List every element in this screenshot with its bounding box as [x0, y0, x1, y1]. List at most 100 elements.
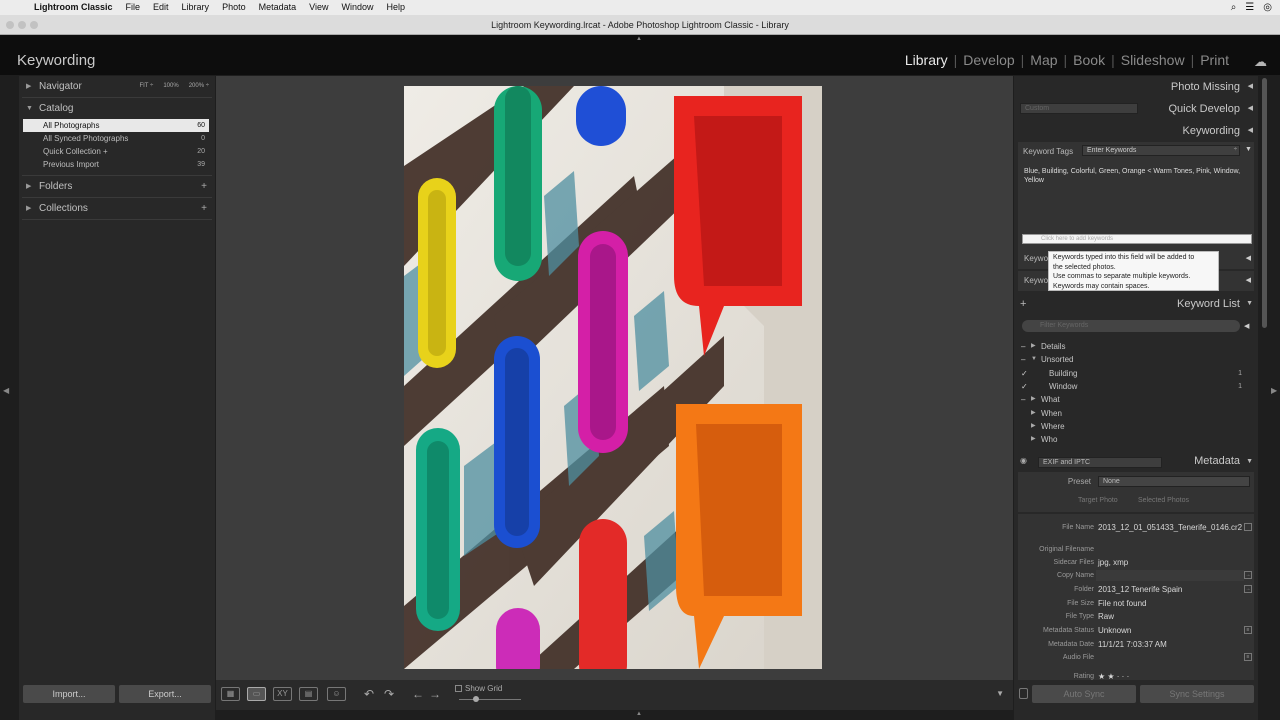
sync-toggle-switch[interactable]: [1019, 688, 1028, 699]
quick-develop-header[interactable]: Custom Quick Develop ◀: [1014, 98, 1258, 120]
sync-settings-button[interactable]: Sync Settings: [1140, 685, 1254, 703]
loupe-view-icon[interactable]: ▭: [247, 687, 266, 701]
grid-view-icon[interactable]: ▦: [221, 687, 240, 701]
right-panel-toggle-icon[interactable]: ▶: [1271, 386, 1277, 395]
people-view-icon[interactable]: ☺: [327, 687, 346, 701]
keyword-list-item[interactable]: – ▶ What: [1014, 393, 1254, 406]
auto-sync-button[interactable]: Auto Sync: [1032, 685, 1136, 703]
keyword-list-item[interactable]: – ▶ Details: [1014, 340, 1254, 353]
collapse-triangle-icon[interactable]: ▶: [1031, 433, 1036, 446]
zoom-fit[interactable]: FIT ÷: [139, 76, 153, 97]
expand-triangle-icon[interactable]: ▼: [1031, 353, 1037, 366]
top-panel-toggle-icon[interactable]: ▲: [636, 36, 642, 42]
menu-library[interactable]: Library: [182, 0, 210, 15]
keyword-list-item[interactable]: ✓ Window 1: [1014, 380, 1254, 393]
import-button[interactable]: Import...: [23, 685, 115, 703]
collapse-triangle-icon[interactable]: ▶: [1031, 393, 1036, 406]
catalog-header[interactable]: ▼ Catalog: [19, 98, 215, 119]
menu-window[interactable]: Window: [341, 0, 373, 15]
zoom-200[interactable]: 200% ÷: [189, 76, 209, 97]
copy-name-input[interactable]: [1096, 570, 1244, 581]
show-grid-checkbox[interactable]: [455, 685, 462, 692]
filmstrip-toggle-icon[interactable]: ▲: [636, 711, 642, 717]
go-to-folder-icon[interactable]: →: [1244, 585, 1252, 593]
close-window-button[interactable]: [6, 21, 14, 29]
keyword-list-item[interactable]: ▶ Where: [1014, 420, 1254, 433]
catalog-item-quick-collection[interactable]: Quick Collection + 20: [23, 145, 209, 158]
selected-photos-button[interactable]: Selected Photos: [1138, 497, 1189, 504]
left-panel-toggle-icon[interactable]: ◀: [3, 386, 9, 395]
menu-help[interactable]: Help: [387, 0, 406, 15]
field-value[interactable]: 2013_12_01_051433_Tenerife_0146.cr2: [1098, 521, 1242, 534]
menu-view[interactable]: View: [309, 0, 328, 15]
export-button[interactable]: Export...: [119, 685, 211, 703]
rotate-right-icon[interactable]: ↷: [384, 687, 394, 701]
right-panel-scrollbar[interactable]: [1262, 78, 1267, 328]
keyword-checkmark-icon[interactable]: ✓: [1021, 367, 1028, 380]
keyword-list-item[interactable]: ✓ Building 1: [1014, 367, 1254, 380]
quick-develop-preset-select[interactable]: Custom: [1020, 103, 1138, 114]
module-print[interactable]: Print: [1194, 52, 1235, 68]
collapse-triangle-icon[interactable]: ▶: [1031, 420, 1036, 433]
photo-preview[interactable]: [404, 86, 822, 669]
filter-menu-icon[interactable]: ◀: [1244, 322, 1249, 330]
keyword-list-item[interactable]: ▶ When: [1014, 407, 1254, 420]
show-grid-toggle[interactable]: Show Grid: [455, 684, 502, 693]
control-center-icon[interactable]: ☰: [1245, 2, 1254, 13]
add-folder-icon[interactable]: +: [201, 176, 207, 197]
catalog-item-previous-import[interactable]: Previous Import 39: [23, 158, 209, 171]
catalog-item-all-synced[interactable]: All Synced Photographs 0: [23, 132, 209, 145]
toolbar-content-dropdown-icon[interactable]: ▼: [996, 689, 1004, 698]
menu-file[interactable]: File: [126, 0, 141, 15]
menu-photo[interactable]: Photo: [222, 0, 246, 15]
folders-header[interactable]: ▶ Folders +: [19, 176, 215, 197]
compare-view-icon[interactable]: XY: [273, 687, 292, 701]
keyword-tags-mode-select[interactable]: Enter Keywords ÷: [1082, 145, 1240, 156]
metadata-preset-select[interactable]: None: [1098, 476, 1250, 487]
rating-stars[interactable]: ★ ★ · · ·: [1098, 670, 1129, 680]
next-photo-icon[interactable]: →: [429, 687, 441, 701]
keyword-tags-text[interactable]: Blue, Building, Colorful, Green, Orange …: [1024, 167, 1250, 185]
cloud-sync-icon[interactable]: ☁: [1254, 54, 1267, 70]
filter-keywords-input[interactable]: Filter Keywords: [1022, 320, 1240, 332]
collapse-triangle-icon[interactable]: ▶: [1031, 407, 1036, 420]
histogram-header[interactable]: Photo Missing ◀: [1014, 76, 1258, 98]
field-action-icon[interactable]: [1244, 523, 1252, 531]
zoom-100[interactable]: 100%: [163, 76, 178, 97]
keyword-list-header[interactable]: + Keyword List ▼: [1014, 293, 1258, 315]
module-map[interactable]: Map: [1024, 52, 1063, 68]
module-slideshow[interactable]: Slideshow: [1115, 52, 1191, 68]
previous-photo-icon[interactable]: ←: [412, 687, 424, 701]
keyword-list-item[interactable]: ▶ Who: [1014, 433, 1254, 446]
metadata-status-icon[interactable]: ≡: [1244, 626, 1252, 634]
add-keywords-input[interactable]: Click here to add keywords: [1022, 234, 1252, 244]
collections-header[interactable]: ▶ Collections +: [19, 198, 215, 219]
keyword-tags-menu-icon[interactable]: ▼: [1245, 146, 1252, 153]
survey-view-icon[interactable]: ▤: [299, 687, 318, 701]
menu-edit[interactable]: Edit: [153, 0, 169, 15]
minimize-window-button[interactable]: [18, 21, 26, 29]
siri-icon[interactable]: ◎: [1263, 2, 1272, 13]
navigator-header[interactable]: ▶ Navigator FIT ÷ 100% 200% ÷: [19, 76, 215, 97]
keyword-checkmark-icon[interactable]: ✓: [1021, 380, 1028, 393]
catalog-item-all-photographs[interactable]: All Photographs 60: [23, 119, 209, 132]
keywording-header[interactable]: Keywording ◀: [1014, 120, 1258, 142]
module-book[interactable]: Book: [1067, 52, 1111, 68]
keyword-list-item[interactable]: – ▼ Unsorted: [1014, 353, 1254, 366]
collapse-triangle-icon[interactable]: ▶: [1031, 340, 1036, 353]
spotlight-search-icon[interactable]: ⌕: [1231, 2, 1237, 13]
menu-app-name[interactable]: Lightroom Classic: [34, 0, 113, 15]
module-library[interactable]: Library: [899, 52, 954, 68]
slider-knob[interactable]: [473, 696, 479, 702]
menu-metadata[interactable]: Metadata: [259, 0, 297, 15]
eye-icon[interactable]: ◉: [1020, 456, 1027, 465]
metadata-header[interactable]: ◉ EXIF and IPTC Metadata ▼: [1014, 452, 1258, 472]
add-collection-icon[interactable]: +: [201, 198, 207, 219]
quick-develop-title[interactable]: Quick Develop ◀: [1148, 98, 1258, 120]
rotate-left-icon[interactable]: ↶: [364, 687, 374, 701]
metadata-view-select[interactable]: EXIF and IPTC: [1038, 457, 1162, 468]
add-keyword-icon[interactable]: +: [1020, 293, 1026, 315]
field-action-icon[interactable]: →: [1244, 571, 1252, 579]
zoom-window-button[interactable]: [30, 21, 38, 29]
field-action-icon[interactable]: ≡: [1244, 653, 1252, 661]
